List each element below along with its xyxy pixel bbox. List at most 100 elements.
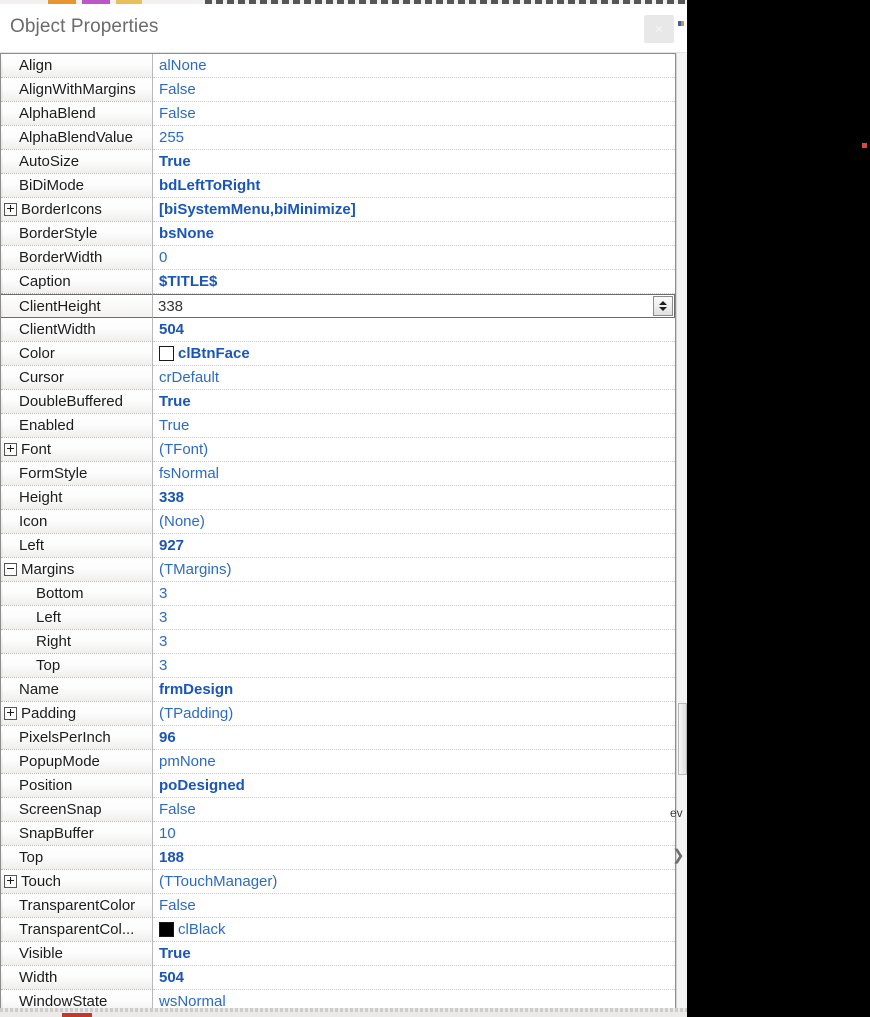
property-name-cell[interactable]: Top <box>1 846 153 870</box>
property-row[interactable]: ScreenSnap False <box>1 798 675 822</box>
spinner-down-icon[interactable] <box>659 307 667 311</box>
property-value-cell[interactable]: (TPadding) <box>153 702 675 726</box>
property-name-cell[interactable]: TransparentCol... <box>1 918 153 942</box>
property-name-cell[interactable]: TransparentColor <box>1 894 153 918</box>
property-name-cell[interactable]: AlignWithMargins <box>1 78 153 102</box>
property-name-cell[interactable]: Enabled <box>1 414 153 438</box>
property-value-cell[interactable]: False <box>153 102 675 126</box>
property-value-cell[interactable]: False <box>153 78 675 102</box>
property-name-cell[interactable]: Font <box>1 438 153 462</box>
property-value-cell[interactable]: 0 <box>153 246 675 270</box>
property-value-cell[interactable]: [biSystemMenu,biMinimize] <box>153 198 675 222</box>
property-row[interactable]: ClientHeight 338 <box>1 294 675 318</box>
property-name-cell[interactable]: Icon <box>1 510 153 534</box>
property-row[interactable]: Height 338 <box>1 486 675 510</box>
expand-plus-icon[interactable] <box>4 443 17 456</box>
property-row[interactable]: Visible True <box>1 942 675 966</box>
property-row[interactable]: Align alNone <box>1 54 675 78</box>
property-name-cell[interactable]: Position <box>1 774 153 798</box>
property-value-cell[interactable]: (None) <box>153 510 675 534</box>
property-row[interactable]: Icon (None) <box>1 510 675 534</box>
property-value-cell[interactable]: 3 <box>153 630 675 654</box>
expand-plus-icon[interactable] <box>4 707 17 720</box>
property-row[interactable]: Padding (TPadding) <box>1 702 675 726</box>
property-value-cell[interactable]: True <box>153 942 675 966</box>
property-name-cell[interactable]: AutoSize <box>1 150 153 174</box>
property-value-cell[interactable]: 3 <box>153 606 675 630</box>
property-value-cell[interactable]: True <box>153 390 675 414</box>
property-value-cell[interactable]: False <box>153 894 675 918</box>
property-name-cell[interactable]: Width <box>1 966 153 990</box>
property-row[interactable]: Top 188 <box>1 846 675 870</box>
property-name-cell[interactable]: ScreenSnap <box>1 798 153 822</box>
property-row[interactable]: ClientWidth 504 <box>1 318 675 342</box>
property-row[interactable]: Font (TFont) <box>1 438 675 462</box>
property-name-cell[interactable]: Cursor <box>1 366 153 390</box>
property-value-cell[interactable]: $TITLE$ <box>153 270 675 294</box>
property-row[interactable]: BorderIcons [biSystemMenu,biMinimize] <box>1 198 675 222</box>
property-row[interactable]: Width 504 <box>1 966 675 990</box>
property-row[interactable]: Left 927 <box>1 534 675 558</box>
property-name-cell[interactable]: ClientWidth <box>1 318 153 342</box>
property-name-cell[interactable]: Height <box>1 486 153 510</box>
property-row[interactable]: TransparentCol... clBlack <box>1 918 675 942</box>
property-name-cell[interactable]: Left <box>1 534 153 558</box>
property-row[interactable]: FormStyle fsNormal <box>1 462 675 486</box>
property-name-cell[interactable]: Bottom <box>1 582 153 606</box>
property-row[interactable]: Name frmDesign <box>1 678 675 702</box>
property-value-cell[interactable]: poDesigned <box>153 774 675 798</box>
property-value-cell[interactable]: (TFont) <box>153 438 675 462</box>
property-value-cell[interactable]: 188 <box>153 846 675 870</box>
property-value-cell[interactable]: clBtnFace <box>153 342 675 366</box>
spinner-up-icon[interactable] <box>659 301 667 305</box>
property-name-cell[interactable]: AlphaBlend <box>1 102 153 126</box>
property-value-cell[interactable]: 504 <box>153 966 675 990</box>
property-name-cell[interactable]: PixelsPerInch <box>1 726 153 750</box>
property-value-cell[interactable]: fsNormal <box>153 462 675 486</box>
property-name-cell[interactable]: FormStyle <box>1 462 153 486</box>
property-row[interactable]: SnapBuffer 10 <box>1 822 675 846</box>
property-name-cell[interactable]: BiDiMode <box>1 174 153 198</box>
property-value-cell[interactable]: 338 <box>153 294 675 318</box>
property-value-cell[interactable]: (TMargins) <box>153 558 675 582</box>
color-swatch-icon[interactable] <box>159 922 174 937</box>
property-row[interactable]: DoubleBuffered True <box>1 390 675 414</box>
property-name-cell[interactable]: PopupMode <box>1 750 153 774</box>
property-value-cell[interactable]: clBlack <box>153 918 675 942</box>
property-value-cell[interactable]: 338 <box>153 486 675 510</box>
property-name-cell[interactable]: DoubleBuffered <box>1 390 153 414</box>
property-row[interactable]: AlphaBlendValue 255 <box>1 126 675 150</box>
expand-plus-icon[interactable] <box>4 875 17 888</box>
property-row[interactable]: BorderStyle bsNone <box>1 222 675 246</box>
property-value-cell[interactable]: bdLeftToRight <box>153 174 675 198</box>
property-value-cell[interactable]: 255 <box>153 126 675 150</box>
property-row[interactable]: Cursor crDefault <box>1 366 675 390</box>
property-grid[interactable]: Align alNone AlignWithMargins False AlphaBle… <box>0 53 676 1017</box>
value-spinner-stepper[interactable] <box>653 296 673 316</box>
property-name-cell[interactable]: Caption <box>1 270 153 294</box>
property-row[interactable]: Color clBtnFace <box>1 342 675 366</box>
property-value-cell[interactable]: frmDesign <box>153 678 675 702</box>
property-row[interactable]: Position poDesigned <box>1 774 675 798</box>
property-name-cell[interactable]: Padding <box>1 702 153 726</box>
property-name-cell[interactable]: Name <box>1 678 153 702</box>
vertical-scrollbar[interactable] <box>676 53 687 1017</box>
property-row[interactable]: PopupMode pmNone <box>1 750 675 774</box>
close-icon[interactable]: × <box>644 15 674 43</box>
property-name-cell[interactable]: AlphaBlendValue <box>1 126 153 150</box>
property-row[interactable]: Right 3 <box>1 630 675 654</box>
property-name-cell[interactable]: Visible <box>1 942 153 966</box>
property-value-cell[interactable]: True <box>153 150 675 174</box>
property-value-cell[interactable]: True <box>153 414 675 438</box>
property-value-cell[interactable]: 927 <box>153 534 675 558</box>
scrollbar-thumb[interactable] <box>678 703 687 775</box>
property-value-cell[interactable]: bsNone <box>153 222 675 246</box>
property-row[interactable]: Top 3 <box>1 654 675 678</box>
property-row[interactable]: AutoSize True <box>1 150 675 174</box>
property-value-cell[interactable]: 504 <box>153 318 675 342</box>
property-row[interactable]: BorderWidth 0 <box>1 246 675 270</box>
property-value-cell[interactable]: (TTouchManager) <box>153 870 675 894</box>
property-row[interactable]: Bottom 3 <box>1 582 675 606</box>
color-swatch-icon[interactable] <box>159 346 174 361</box>
property-value-cell[interactable]: alNone <box>153 54 675 78</box>
